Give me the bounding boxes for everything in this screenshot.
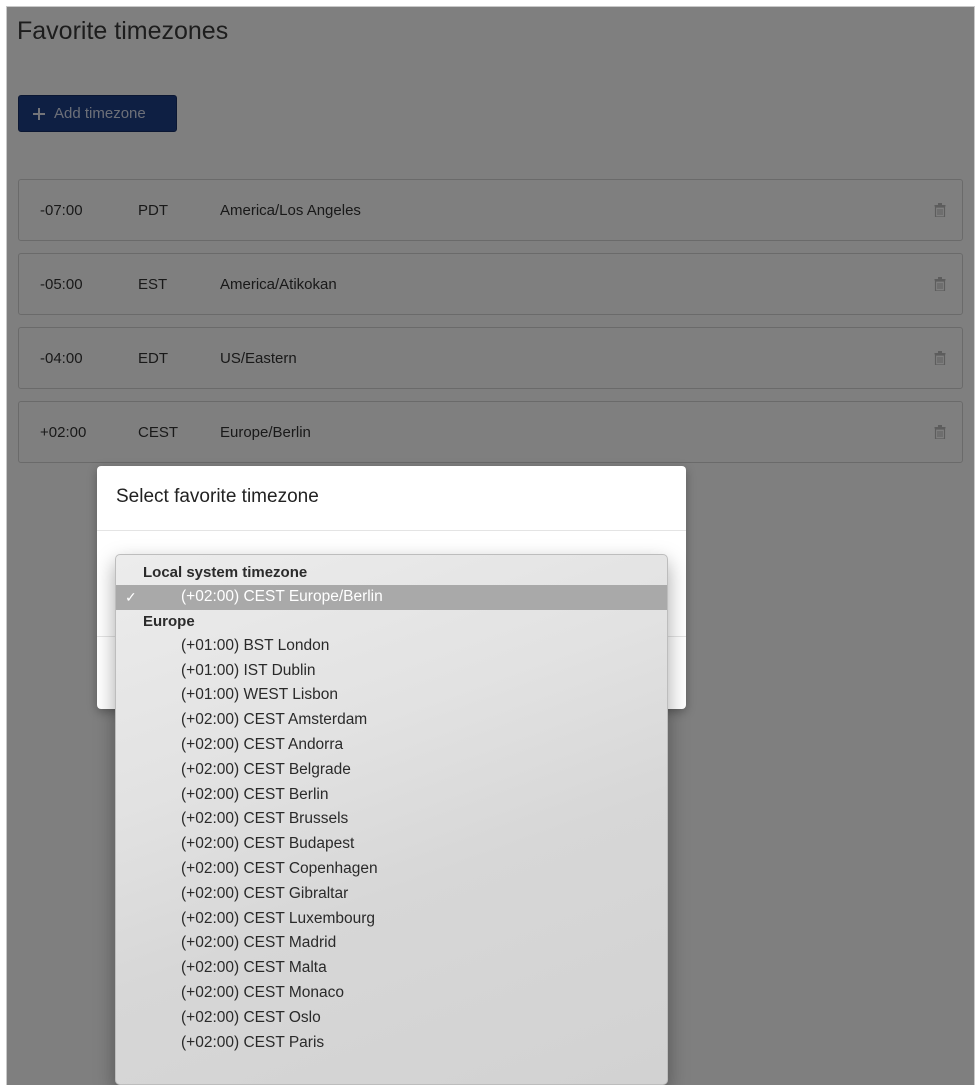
dropdown-option[interactable]: (+02:00) CEST Gibraltar [116,882,667,907]
dropdown-option[interactable]: (+02:00) CEST Brussels [116,807,667,832]
dropdown-option[interactable]: (+02:00) CEST Andorra [116,733,667,758]
dropdown-option[interactable]: (+01:00) BST London [116,634,667,659]
dropdown-option-label: (+02:00) CEST Europe/Berlin [181,588,383,605]
dropdown-option[interactable]: (+02:00) CEST Budapest [116,832,667,857]
dropdown-option[interactable]: (+02:00) CEST Berlin [116,783,667,808]
check-icon: ✓ [125,589,137,605]
timezone-select-dropdown[interactable]: Local system timezone ✓ (+02:00) CEST Eu… [115,554,668,1085]
dropdown-option[interactable]: (+02:00) CEST Amsterdam [116,708,667,733]
modal-header-divider [97,530,686,531]
dropdown-option[interactable]: (+02:00) CEST Madrid [116,931,667,956]
dropdown-option[interactable]: (+01:00) IST Dublin [116,659,667,684]
dropdown-option[interactable]: (+02:00) CEST Copenhagen [116,857,667,882]
dropdown-option-selected[interactable]: ✓ (+02:00) CEST Europe/Berlin [116,585,667,610]
dropdown-option[interactable]: (+02:00) CEST Luxembourg [116,907,667,932]
dropdown-option[interactable]: (+02:00) CEST Monaco [116,981,667,1006]
dropdown-option[interactable]: (+01:00) WEST Lisbon [116,683,667,708]
dropdown-option[interactable]: (+02:00) CEST Oslo [116,1006,667,1031]
modal-title: Select favorite timezone [116,486,319,507]
dropdown-option[interactable]: (+02:00) CEST Paris [116,1031,667,1056]
dropdown-option[interactable]: (+02:00) CEST Malta [116,956,667,981]
dropdown-group-label: Europe [143,612,195,630]
dropdown-option[interactable]: (+02:00) CEST Belgrade [116,758,667,783]
dropdown-group-label: Local system timezone [143,564,308,581]
